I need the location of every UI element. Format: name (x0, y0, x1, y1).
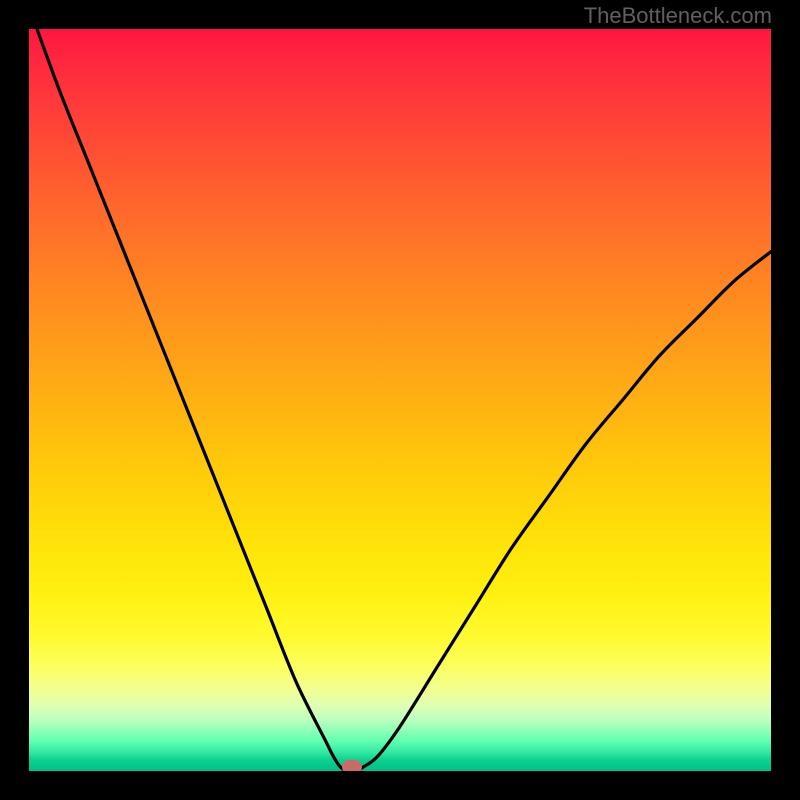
chart-container: TheBottleneck.com (0, 0, 800, 800)
watermark-text: TheBottleneck.com (584, 3, 772, 29)
gradient-background (29, 29, 771, 771)
optimal-point-marker (342, 760, 362, 771)
plot-area (29, 29, 771, 771)
